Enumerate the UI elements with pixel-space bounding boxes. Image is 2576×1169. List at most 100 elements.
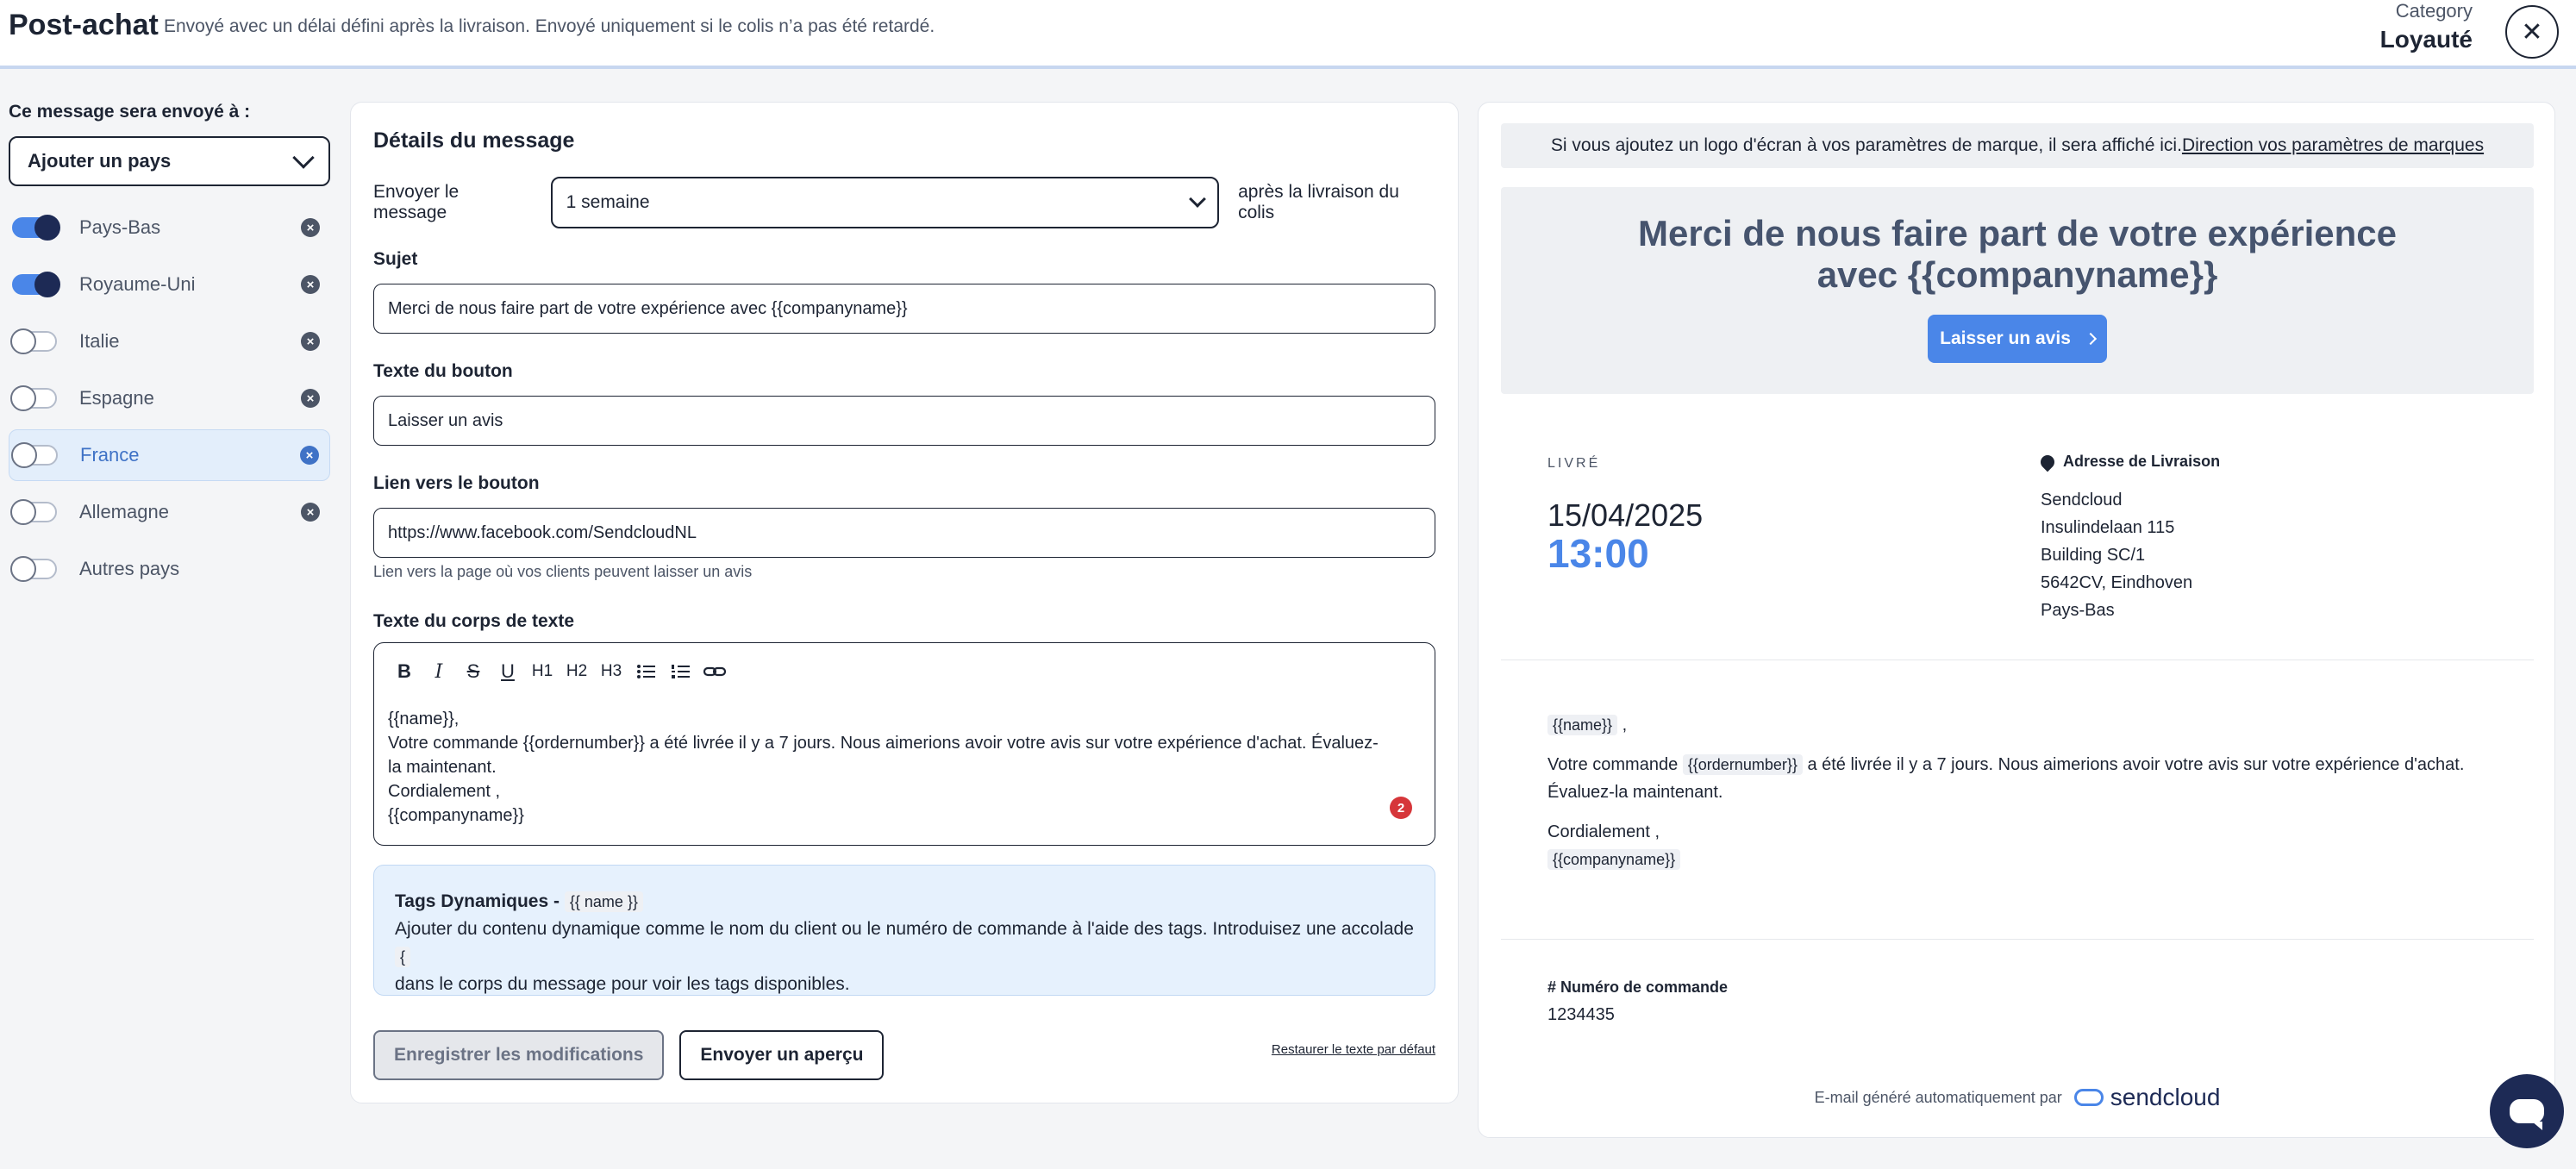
dynamic-tags-info: Tags Dynamiques - {{ name }} Ajouter du … [373,865,1435,996]
brand-name: sendcloud [2110,1084,2221,1110]
button-link-hint: Lien vers la page où vos clients peuvent… [373,563,753,580]
spellcheck-error-badge[interactable]: 2 [1390,797,1412,819]
delivery-info: LIVRÉ 15/04/2025 13:00 [1547,456,1703,577]
address-line: 5642CV, Eindhoven [2041,573,2193,592]
heading1-button[interactable]: H1 [529,659,555,685]
remove-country-icon[interactable]: × [301,389,320,408]
link-button[interactable] [702,659,728,685]
divider [1501,939,2534,940]
numbered-list-icon [672,665,690,678]
country-name: Italie [79,330,120,352]
name-tag: {{name}} [1547,715,1618,735]
form-actions: Enregistrer les modifications Envoyer un… [373,1030,1435,1080]
remove-country-icon[interactable]: × [301,275,320,294]
country-name: Allemagne [79,501,169,522]
heading2-button[interactable]: H2 [564,659,590,685]
dynamic-tags-title: Tags Dynamiques - [395,891,560,911]
editor-line: Cordialement , [388,782,501,801]
button-link-input[interactable]: https://www.facebook.com/SendcloudNL [373,508,1435,558]
delivered-date: 15/04/2025 [1547,497,1704,533]
country-list: Pays-Bas × Royaume-Uni × Italie × Espagne × Fran… [9,202,330,595]
dynamic-tag-example: {{ name }} [564,891,643,912]
country-row[interactable]: Espagne × [9,372,330,424]
country-toggle[interactable] [10,328,57,354]
remove-country-icon[interactable]: × [301,503,320,522]
companyname-tag: {{companyname}} [1547,849,1681,870]
strikethrough-button[interactable]: S [460,659,486,685]
country-toggle[interactable] [12,215,60,241]
country-name: Royaume-Uni [79,273,196,295]
country-toggle[interactable] [12,272,60,297]
address-line: Pays-Bas [2041,601,2115,620]
order-number-label: # Numéro de commande [1547,978,1729,996]
message-details-card: Détails du message Envoyer le message 1 … [350,102,1459,1103]
country-row[interactable]: Italie × [9,316,330,367]
toggle-knob [10,385,36,411]
italic-button[interactable]: I [426,659,452,685]
send-delay-suffix: après la livraison du colis [1238,182,1399,222]
close-button[interactable]: ✕ [2505,5,2559,59]
chevron-right-icon [2084,332,2097,346]
cloud-icon [2073,1089,2104,1106]
delivered-time: 13:00 [1547,531,1649,576]
address-line: Building SC/1 [2041,546,2146,565]
country-row[interactable]: France × [9,429,330,481]
delivery-address: Adresse de Livraison Sendcloud Insulinde… [2037,452,2220,624]
body-editor[interactable]: B I S U H1 H2 H3 {{name}}, Votre command… [373,642,1435,846]
remove-country-icon[interactable]: × [301,218,320,237]
editor-content[interactable]: {{name}}, Votre commande {{ordernumber}}… [388,707,1383,828]
logo-placeholder-banner: Si vous ajoutez un logo d'écran à vos pa… [1501,123,2534,168]
send-preview-button[interactable]: Envoyer un aperçu [679,1030,885,1080]
delivered-label: LIVRÉ [1547,456,1601,471]
remove-country-icon[interactable]: × [301,332,320,351]
preview-hero-title: Merci de nous faire part de votre expéri… [1638,213,2397,295]
address-lines: Sendcloud Insulindelaan 115 Building SC/… [2041,486,2220,624]
country-name: France [80,444,140,466]
chat-launcher-button[interactable] [2490,1074,2564,1148]
country-toggle[interactable] [10,556,57,582]
close-icon: ✕ [2521,17,2543,47]
country-row[interactable]: Allemagne × [9,486,330,538]
recipients-label: Ce message sera envoyé à : [9,102,251,122]
message-line: Votre commande {{ordernumber}} a été liv… [1547,751,2513,806]
category-value: Loyauté [2379,26,2473,53]
heading3-button[interactable]: H3 [598,659,624,685]
country-row[interactable]: Pays-Bas × [9,202,330,253]
brand-settings-link[interactable]: Direction vos paramètres de marques [2182,135,2484,156]
toggle-knob [10,556,36,582]
send-delay-row: Envoyer le message 1 semaine après la li… [373,177,1435,228]
address-line: Sendcloud [2041,491,2123,509]
order-number-value: 1234435 [1547,1005,1615,1024]
preview-message: {{name}} , Votre commande {{ordernumber}… [1547,711,2513,873]
brace-example: { [395,947,411,967]
country-toggle[interactable] [10,385,57,411]
country-toggle[interactable] [10,499,57,525]
country-toggle[interactable] [11,442,58,468]
bold-button[interactable]: B [391,659,417,685]
leave-review-label: Laisser un avis [1940,328,2071,348]
bullet-list-button[interactable] [633,659,659,685]
save-changes-button[interactable]: Enregistrer les modifications [373,1030,665,1080]
underline-button[interactable]: U [495,659,521,685]
restore-default-link[interactable]: Restaurer le texte par défaut [1272,1042,1435,1057]
logo-note: Si vous ajoutez un logo d'écran à vos pa… [1550,135,2182,155]
button-text-input[interactable]: Laisser un avis [373,396,1435,446]
address-heading: Adresse de Livraison [2037,452,2220,472]
add-country-dropdown[interactable]: Ajouter un pays [9,136,330,186]
toggle-knob [34,272,60,297]
editor-line: {{name}}, [388,710,460,728]
send-delay-select[interactable]: 1 semaine [550,177,1220,228]
numbered-list-button[interactable] [667,659,693,685]
toggle-knob [10,328,36,354]
leave-review-button[interactable]: Laisser un avis [1928,315,2107,363]
category-label: Category [2395,0,2473,22]
country-name: Pays-Bas [79,216,161,238]
remove-country-icon[interactable]: × [300,446,319,465]
subject-input[interactable]: Merci de nous faire part de votre expéri… [373,284,1435,334]
country-row[interactable]: Autres pays [9,543,330,595]
country-name: Autres pays [79,558,180,579]
message-prefix: Votre commande [1547,755,1679,774]
page-subtitle: Envoyé avec un délai défini après la liv… [164,16,935,36]
country-row[interactable]: Royaume-Uni × [9,259,330,310]
button-text-label: Texte du bouton [373,361,513,381]
